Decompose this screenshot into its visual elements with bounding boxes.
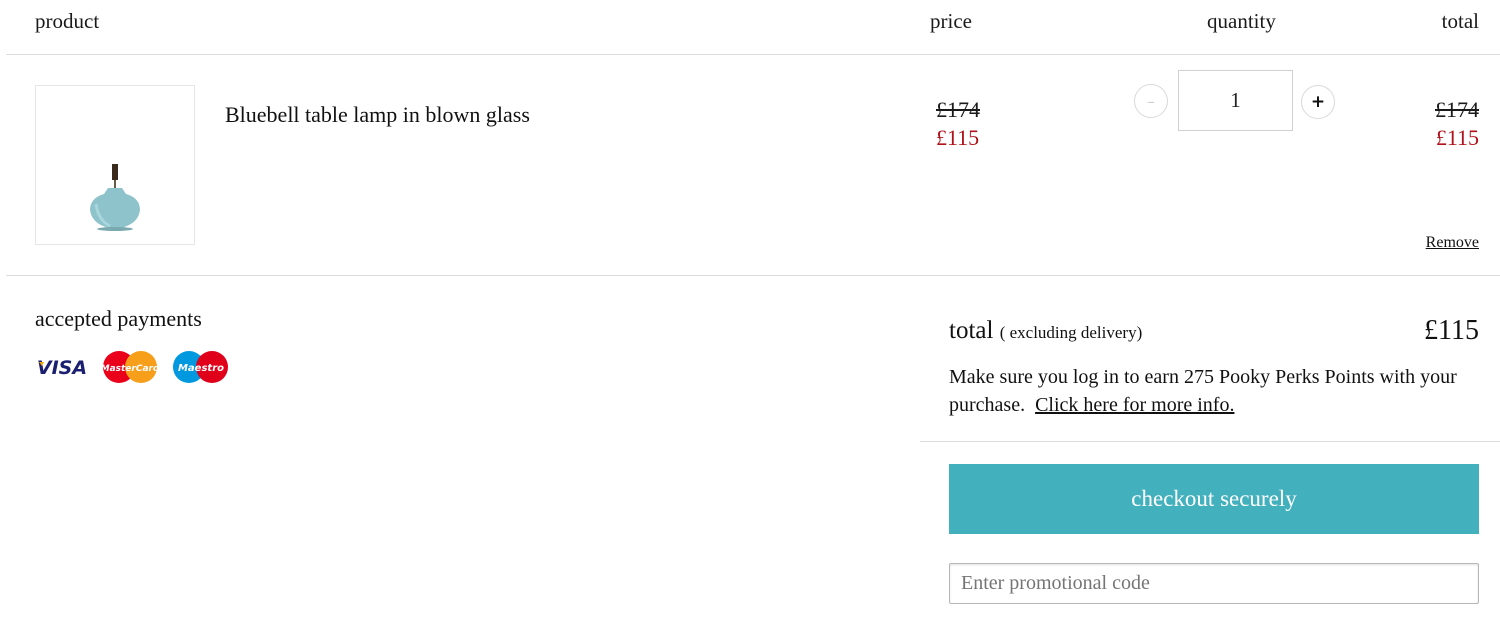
- payments-title: accepted payments: [35, 306, 202, 331]
- unit-price: £174 £115: [936, 96, 980, 152]
- product-name[interactable]: Bluebell table lamp in blown glass: [225, 101, 530, 129]
- perks-info-link[interactable]: Click here for more info.: [1035, 394, 1234, 416]
- mastercard-icon: MasterCard: [101, 350, 160, 384]
- total-original: £174: [1435, 97, 1479, 122]
- header-quantity: quantity: [1207, 9, 1276, 33]
- maestro-icon: Maestro: [172, 350, 230, 384]
- svg-text:Maestro: Maestro: [178, 363, 224, 374]
- remove-link[interactable]: Remove: [1400, 234, 1479, 252]
- visa-icon: VISA: [36, 350, 88, 384]
- header-product: product: [35, 9, 100, 33]
- header-price: price: [930, 9, 972, 33]
- price-sale: £115: [936, 125, 980, 150]
- line-total: £174 £115: [1380, 96, 1479, 152]
- order-total-value: £115: [1424, 315, 1479, 346]
- decrement-button[interactable]: –: [1134, 84, 1168, 118]
- header-divider: [6, 54, 1500, 55]
- quantity-input[interactable]: [1178, 70, 1293, 131]
- promo-code-input[interactable]: [949, 563, 1479, 604]
- order-total-label: total ( excluding delivery): [949, 316, 1142, 348]
- price-original: £174: [936, 97, 980, 122]
- perks-message: Make sure you log in to earn 275 Pooky P…: [949, 363, 1489, 419]
- svg-text:MasterCard: MasterCard: [102, 364, 158, 374]
- total-label: total: [949, 317, 994, 344]
- product-thumbnail[interactable]: [35, 85, 195, 245]
- lamp-image: [90, 164, 140, 231]
- item-divider: [6, 275, 1500, 276]
- total-subtitle: ( excluding delivery): [999, 323, 1143, 342]
- svg-text:VISA: VISA: [37, 357, 87, 379]
- checkout-button[interactable]: checkout securely: [949, 464, 1479, 534]
- summary-divider: [920, 441, 1500, 442]
- total-sale: £115: [1435, 125, 1479, 150]
- increment-button[interactable]: +: [1301, 85, 1335, 119]
- header-total: total: [1441, 9, 1479, 33]
